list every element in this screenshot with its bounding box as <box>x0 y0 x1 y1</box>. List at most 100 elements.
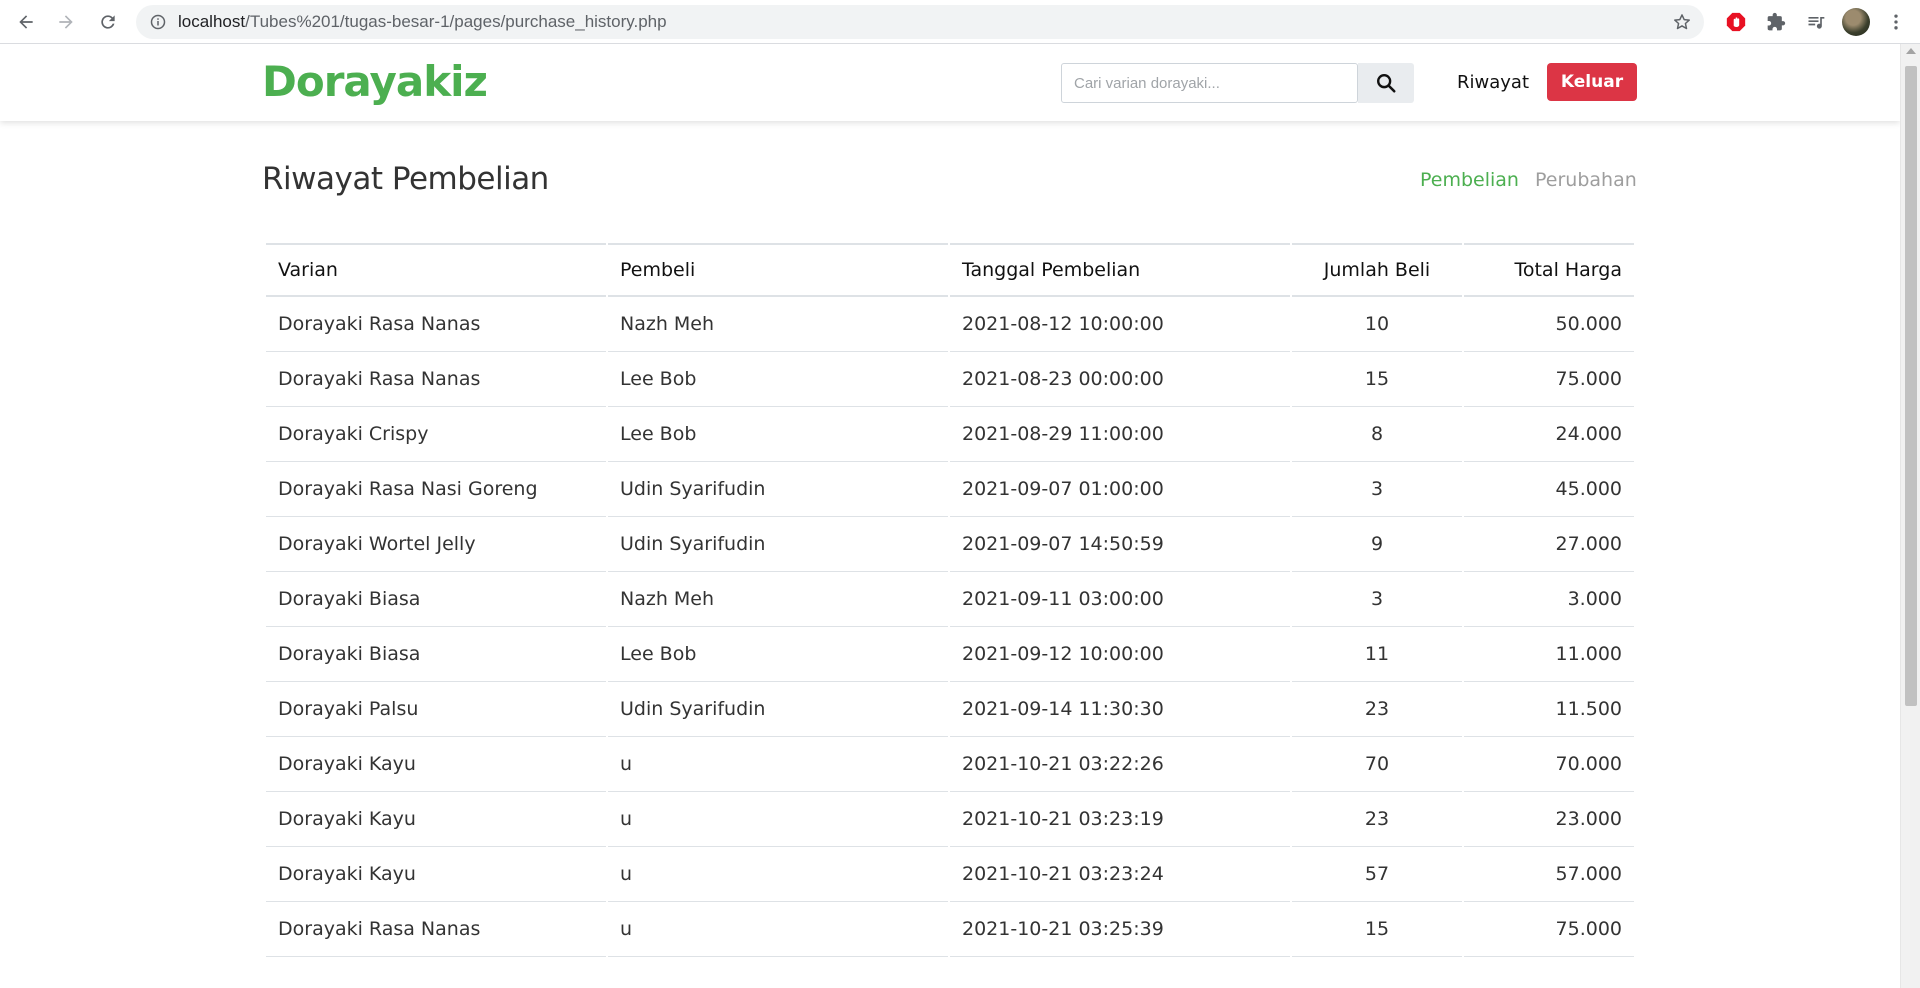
cell-pembeli: Lee Bob <box>608 407 948 462</box>
cell-jumlah: 11 <box>1292 627 1462 682</box>
cell-tanggal: 2021-09-07 14:50:59 <box>950 517 1290 572</box>
cell-tanggal: 2021-10-21 03:25:39 <box>950 902 1290 957</box>
cell-tanggal: 2021-10-21 03:23:19 <box>950 792 1290 847</box>
cell-varian: Dorayaki Rasa Nanas <box>266 297 606 352</box>
scroll-up-arrow-icon[interactable] <box>1906 48 1916 54</box>
back-icon[interactable] <box>6 2 46 42</box>
url-text: localhost/Tubes%201/tugas-besar-1/pages/… <box>178 12 667 31</box>
cell-jumlah: 3 <box>1292 572 1462 627</box>
cell-jumlah: 15 <box>1292 902 1462 957</box>
column-header-jumlah: Jumlah Beli <box>1292 243 1462 297</box>
cell-varian: Dorayaki Kayu <box>266 847 606 902</box>
cell-jumlah: 15 <box>1292 352 1462 407</box>
cell-tanggal: 2021-10-21 03:22:26 <box>950 737 1290 792</box>
column-header-total: Total Harga <box>1464 243 1634 297</box>
cell-varian: Dorayaki Rasa Nanas <box>266 352 606 407</box>
cell-varian: Dorayaki Wortel Jelly <box>266 517 606 572</box>
table-header-row: Varian Pembeli Tanggal Pembelian Jumlah … <box>266 243 1634 297</box>
cell-pembeli: Udin Syarifudin <box>608 517 948 572</box>
cell-tanggal: 2021-09-12 10:00:00 <box>950 627 1290 682</box>
cell-tanggal: 2021-09-11 03:00:00 <box>950 572 1290 627</box>
search-input[interactable] <box>1061 63 1358 103</box>
purchase-history-table: Varian Pembeli Tanggal Pembelian Jumlah … <box>264 243 1636 957</box>
cell-total: 27.000 <box>1464 517 1634 572</box>
adblock-extension-icon[interactable] <box>1716 2 1756 42</box>
nav-riwayat-link[interactable]: Riwayat <box>1457 72 1529 93</box>
search-icon <box>1377 74 1396 93</box>
bookmark-star-icon[interactable] <box>1672 12 1692 32</box>
search-button[interactable] <box>1358 63 1414 103</box>
cell-total: 75.000 <box>1464 352 1634 407</box>
scroll-thumb[interactable] <box>1905 66 1917 706</box>
cell-jumlah: 57 <box>1292 847 1462 902</box>
site-logo[interactable]: Dorayakiz <box>262 57 488 106</box>
table-row: Dorayaki Kayu u 2021-10-21 03:23:24 57 57.00… <box>266 847 1634 902</box>
column-header-pembeli: Pembeli <box>608 243 948 297</box>
cell-total: 50.000 <box>1464 297 1634 352</box>
page-scrollbar[interactable] <box>1900 44 1920 988</box>
profile-avatar[interactable] <box>1836 2 1876 42</box>
table-row: Dorayaki Rasa Nasi Goreng Udin Syarifudin… <box>266 462 1634 517</box>
cell-jumlah: 23 <box>1292 682 1462 737</box>
table-row: Dorayaki Biasa Lee Bob 2021-09-12 10:00:00… <box>266 627 1634 682</box>
cell-jumlah: 23 <box>1292 792 1462 847</box>
table-row: Dorayaki Rasa Nanas Lee Bob 2021-08-23 00:… <box>266 352 1634 407</box>
table-row: Dorayaki Rasa Nanas u 2021-10-21 03:25:39 1… <box>266 902 1634 957</box>
cell-varian: Dorayaki Kayu <box>266 737 606 792</box>
reload-icon[interactable] <box>88 2 128 42</box>
cell-varian: Dorayaki Palsu <box>266 682 606 737</box>
page-title: Riwayat Pembelian <box>262 161 549 197</box>
cell-pembeli: Lee Bob <box>608 352 948 407</box>
cell-total: 75.000 <box>1464 902 1634 957</box>
kebab-menu-icon[interactable] <box>1876 2 1916 42</box>
cell-jumlah: 9 <box>1292 517 1462 572</box>
cell-total: 70.000 <box>1464 737 1634 792</box>
cell-pembeli: Lee Bob <box>608 627 948 682</box>
extensions-puzzle-icon[interactable] <box>1756 2 1796 42</box>
cell-pembeli: Nazh Meh <box>608 572 948 627</box>
cell-tanggal: 2021-08-23 00:00:00 <box>950 352 1290 407</box>
cell-jumlah: 8 <box>1292 407 1462 462</box>
address-bar[interactable]: localhost/Tubes%201/tugas-besar-1/pages/… <box>136 5 1704 39</box>
cell-pembeli: u <box>608 737 948 792</box>
cell-pembeli: Udin Syarifudin <box>608 682 948 737</box>
cell-total: 11.500 <box>1464 682 1634 737</box>
cell-varian: Dorayaki Crispy <box>266 407 606 462</box>
cell-tanggal: 2021-08-12 10:00:00 <box>950 297 1290 352</box>
table-row: Dorayaki Wortel Jelly Udin Syarifudin 2021… <box>266 517 1634 572</box>
column-header-tanggal: Tanggal Pembelian <box>950 243 1290 297</box>
cell-pembeli: u <box>608 792 948 847</box>
extensions-area <box>1716 0 1916 44</box>
table-row: Dorayaki Kayu u 2021-10-21 03:22:26 70 70.00… <box>266 737 1634 792</box>
cell-pembeli: Nazh Meh <box>608 297 948 352</box>
tab-pembelian[interactable]: Pembelian <box>1420 169 1519 191</box>
table-row: Dorayaki Crispy Lee Bob 2021-08-29 11:00:0… <box>266 407 1634 462</box>
info-icon[interactable] <box>150 14 166 30</box>
cell-total: 24.000 <box>1464 407 1634 462</box>
forward-icon[interactable] <box>46 2 86 42</box>
tab-perubahan[interactable]: Perubahan <box>1535 169 1637 191</box>
cell-total: 3.000 <box>1464 572 1634 627</box>
table-row: Dorayaki Biasa Nazh Meh 2021-09-11 03:00:0… <box>266 572 1634 627</box>
browser-toolbar: localhost/Tubes%201/tugas-besar-1/pages/… <box>0 0 1920 44</box>
site-header: Dorayakiz Riwayat Keluar <box>0 45 1900 121</box>
cell-varian: Dorayaki Rasa Nasi Goreng <box>266 462 606 517</box>
media-queue-icon[interactable] <box>1796 2 1836 42</box>
cell-jumlah: 10 <box>1292 297 1462 352</box>
column-header-varian: Varian <box>266 243 606 297</box>
cell-total: 23.000 <box>1464 792 1634 847</box>
cell-varian: Dorayaki Rasa Nanas <box>266 902 606 957</box>
cell-pembeli: Udin Syarifudin <box>608 462 948 517</box>
cell-total: 57.000 <box>1464 847 1634 902</box>
cell-jumlah: 70 <box>1292 737 1462 792</box>
cell-varian: Dorayaki Biasa <box>266 572 606 627</box>
cell-varian: Dorayaki Biasa <box>266 627 606 682</box>
cell-tanggal: 2021-09-14 11:30:30 <box>950 682 1290 737</box>
cell-jumlah: 3 <box>1292 462 1462 517</box>
page-content: Dorayakiz Riwayat Keluar Riwayat Pembeli… <box>0 45 1900 988</box>
cell-varian: Dorayaki Kayu <box>266 792 606 847</box>
logout-button[interactable]: Keluar <box>1547 63 1637 101</box>
cell-tanggal: 2021-08-29 11:00:00 <box>950 407 1290 462</box>
cell-tanggal: 2021-10-21 03:23:24 <box>950 847 1290 902</box>
table-row: Dorayaki Rasa Nanas Nazh Meh 2021-08-12 10… <box>266 297 1634 352</box>
